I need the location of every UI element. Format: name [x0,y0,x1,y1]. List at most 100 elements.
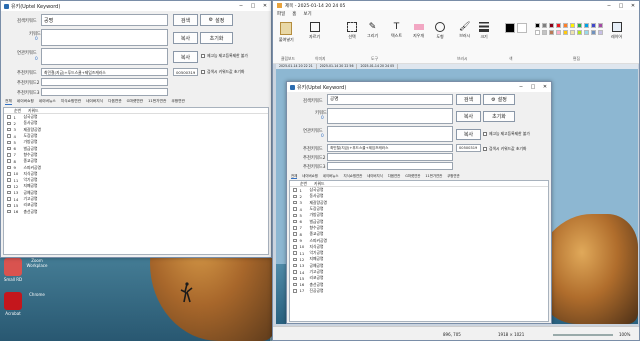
size-tool[interactable]: 크기 [479,22,489,40]
keyword-textarea[interactable] [41,29,168,46]
checkbox-icon [293,251,297,255]
paint-close-icon[interactable]: ✕ [627,1,639,11]
palette-swatch[interactable] [535,30,540,35]
menu-home[interactable]: 홈 [292,11,296,17]
desktop-icon-zoom[interactable]: Zoom Workplace [26,258,48,268]
checkbox-icon[interactable] [7,115,11,119]
rec-input3[interactable] [41,88,168,96]
rec-input2[interactable] [41,78,168,86]
checkbox-icon[interactable] [7,203,11,208]
palette-swatch[interactable] [563,23,568,28]
palette-swatch[interactable] [535,23,540,28]
row-number: 3 [299,200,302,206]
row-number: 11 [299,250,305,256]
checkbox-icon[interactable] [7,127,11,132]
palette-swatch[interactable] [549,23,554,28]
rec-input[interactable]: 최민철(지금)+푸드스쿨+제임즈캐러스 [41,68,168,76]
inner-keyword-textarea [327,108,453,124]
palette-swatch[interactable] [556,23,561,28]
palette-swatch[interactable] [556,30,561,35]
paste-tool[interactable]: 붙여넣기 [279,22,294,43]
check-limit[interactable]: 제고능 제고등록제한 불가 [201,53,248,59]
check-reset[interactable]: 검색시 키워드값 초기화 [201,69,244,75]
palette-swatch[interactable] [549,30,554,35]
layers-button[interactable]: 레이어 [611,22,622,40]
tab-daum[interactable]: 다음연관 [108,99,122,105]
checkbox-icon[interactable] [7,190,11,195]
row-keyword: 총선공명 [309,281,324,287]
palette-swatch[interactable] [584,30,589,35]
tab-naver-news[interactable]: 네이버뉴스 [39,99,56,105]
crop-tool[interactable]: 자르기 [309,22,320,40]
palette-swatch[interactable] [577,23,582,28]
search-button[interactable]: 검색 [173,14,198,26]
checkbox-icon[interactable] [7,153,11,157]
eraser-tool[interactable]: 지우개 [413,22,424,39]
checkbox-icon[interactable] [7,134,11,138]
checkbox-icon[interactable] [7,159,11,163]
row-keyword: 리코공명 [309,275,324,281]
brush-tool[interactable]: 🖌 브러시 [459,22,470,39]
tab-naver-shopping[interactable]: 네이버쇼핑 [17,99,34,105]
checkbox-icon[interactable] [7,146,11,151]
menu-file[interactable]: 파일 [277,11,285,17]
row-keyword: 총선공명 [23,208,38,214]
color2-swatch[interactable] [517,23,527,33]
checkbox-icon [483,132,487,136]
row-keyword: 가방공명 [309,212,324,218]
palette-swatch[interactable] [542,23,547,28]
palette-swatch[interactable] [598,30,603,35]
search-input[interactable]: 공명 [41,14,168,26]
tab-all[interactable]: 전체 [5,99,12,105]
select-tool[interactable]: 선택 [347,22,357,40]
draw-tool[interactable]: ✎ 그리기 [367,22,378,39]
checkbox-icon[interactable] [7,209,11,214]
tab-knowledge-shopping[interactable]: 지식쇼핑연관 [61,99,81,105]
paint-maximize-icon[interactable]: □ [615,1,627,11]
menu-view[interactable]: 보기 [303,11,311,17]
palette-swatch[interactable] [591,30,596,35]
checkbox-icon[interactable] [7,184,11,189]
close-icon[interactable]: ✕ [259,1,271,11]
minimize-icon[interactable]: ─ [235,1,247,11]
palette-swatch[interactable] [577,30,582,35]
list-row[interactable]: 16 총선공명 [4,208,268,214]
related-textarea[interactable] [41,48,168,65]
text-tool[interactable]: T 텍스트 [391,22,402,39]
tab-naver-knowledge[interactable]: 네이버지식 [86,99,103,105]
checkbox-icon[interactable] [7,165,11,170]
row-keyword: 삼국공명 [23,114,38,120]
maximize-icon[interactable]: □ [247,1,259,11]
settings-button[interactable]: ⚙ 설정 [200,14,233,26]
palette-swatch[interactable] [570,23,575,28]
tab-11st[interactable]: 11번가연관 [148,99,166,105]
checkbox-icon[interactable] [7,121,11,126]
color1-swatch[interactable] [505,23,515,33]
palette-swatch[interactable] [563,30,568,35]
tab-gmarket[interactable]: G마켓연관 [127,99,143,105]
palette-swatch[interactable] [542,30,547,35]
tab-coupang[interactable]: 쿠팡연관 [171,99,185,105]
search-label: 검색키워드 [17,19,37,24]
checkbox-icon[interactable] [7,172,11,176]
palette-swatch[interactable] [591,23,596,28]
checkbox-icon[interactable] [7,197,11,201]
zoom-slider[interactable] [553,334,613,336]
palette-swatch[interactable] [584,23,589,28]
rec-number[interactable]: 00500319 [173,68,198,76]
inner-minimize-icon: ─ [519,84,523,90]
desktop-icon-acrobat[interactable]: Acrobat [2,292,24,316]
paint-canvas[interactable]: 2025-01-14 20 22 21 2025-01-14 20 22 56 … [276,64,638,324]
reset-button[interactable]: 초기화 [200,32,233,44]
copy-keyword-button[interactable]: 복사 [173,32,198,44]
checkbox-icon[interactable] [7,140,11,145]
palette-swatch[interactable] [570,30,575,35]
shape-tool[interactable]: 도형 [435,22,445,40]
paint-minimize-icon[interactable]: ─ [603,1,615,11]
desktop-icon-small-rd[interactable]: Small RD [2,258,24,282]
desktop-icon-chrome[interactable]: Chrome [26,292,48,297]
copy-related-button[interactable]: 복사 [173,51,198,63]
checkbox-icon[interactable] [7,178,11,182]
pencil-icon: ✎ [368,22,377,32]
palette-swatch[interactable] [598,23,603,28]
